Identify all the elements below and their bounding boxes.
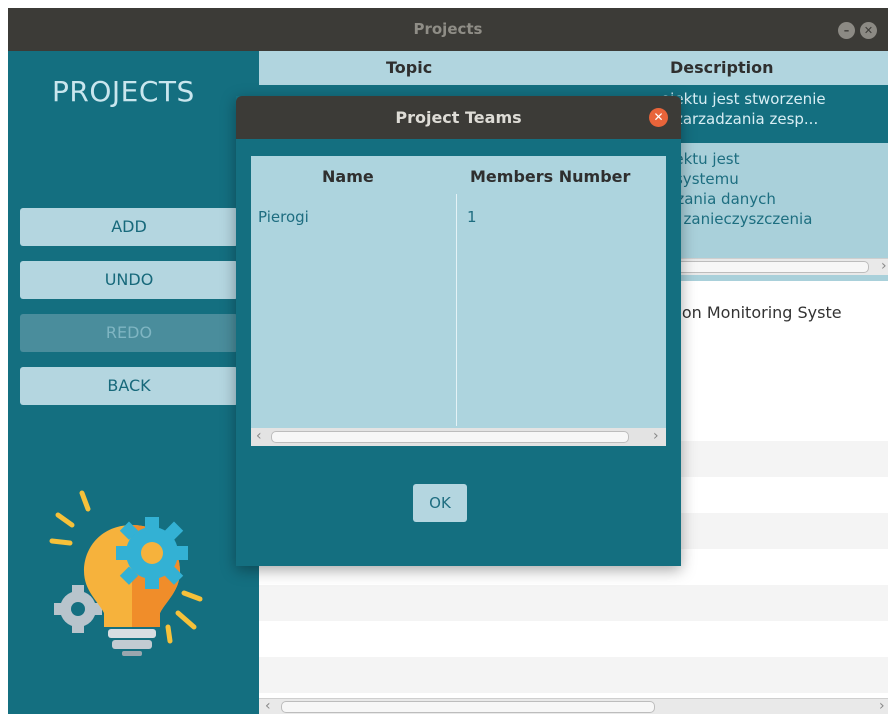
table-row-empty — [259, 585, 888, 621]
dialog-horizontal-scrollbar[interactable]: ‹ › — [251, 428, 666, 446]
scroll-left-icon[interactable]: ‹ — [256, 428, 262, 444]
minimize-icon[interactable]: – — [838, 22, 855, 39]
window-titlebar[interactable]: Projects – ✕ — [8, 8, 888, 51]
add-button[interactable]: ADD — [20, 208, 238, 246]
dialog-title: Project Teams — [395, 108, 522, 127]
redo-button[interactable]: REDO — [20, 314, 238, 352]
table-row-empty — [259, 657, 888, 693]
table-header: Topic Description — [259, 51, 888, 85]
row-description-line: ojektu jest stworzenie — [661, 90, 826, 108]
team-name-cell[interactable]: Pierogi — [258, 208, 309, 226]
teams-table: Name Members Number Pierogi 1 — [251, 156, 666, 428]
close-icon[interactable]: ✕ — [860, 22, 877, 39]
cell-scrollbar[interactable]: › — [659, 258, 888, 275]
lightbulb-gears-icon — [49, 490, 203, 656]
scroll-left-icon[interactable]: ‹ — [265, 698, 271, 714]
column-members-number[interactable]: Members Number — [470, 167, 630, 186]
column-topic[interactable]: Topic — [386, 58, 432, 77]
column-description[interactable]: Description — [670, 58, 773, 77]
dialog-titlebar[interactable]: Project Teams ✕ — [236, 96, 681, 139]
scrollbar-thumb[interactable] — [281, 701, 655, 713]
scroll-right-icon[interactable]: › — [879, 698, 885, 714]
sidebar-heading: PROJECTS — [52, 75, 195, 108]
scrollbar-thumb[interactable] — [271, 431, 629, 443]
projects-window: Projects – ✕ PROJECTS ADD UNDO REDO BACK — [8, 8, 888, 714]
window-title: Projects — [413, 20, 483, 38]
back-button[interactable]: BACK — [20, 367, 238, 405]
project-teams-dialog: Project Teams ✕ Name Members Number Pier… — [236, 96, 681, 566]
ok-button[interactable]: OK — [413, 484, 467, 522]
table-horizontal-scrollbar[interactable]: ‹ › — [259, 698, 888, 714]
dialog-close-icon[interactable]: ✕ — [649, 108, 668, 127]
scroll-right-icon[interactable]: › — [881, 258, 887, 274]
column-divider — [456, 194, 457, 426]
sidebar: PROJECTS ADD UNDO REDO BACK — [8, 51, 259, 714]
scrollbar-thumb[interactable] — [667, 261, 869, 273]
row-description-line: ch zanieczyszczenia — [661, 210, 813, 228]
row-description-line: o zarzadzania zesp... — [661, 110, 819, 128]
team-members-cell[interactable]: 1 — [467, 208, 477, 226]
scroll-right-icon[interactable]: › — [653, 428, 659, 444]
column-name[interactable]: Name — [322, 167, 374, 186]
undo-button[interactable]: UNDO — [20, 261, 238, 299]
row-description-line: ution Monitoring Syste — [661, 303, 842, 322]
